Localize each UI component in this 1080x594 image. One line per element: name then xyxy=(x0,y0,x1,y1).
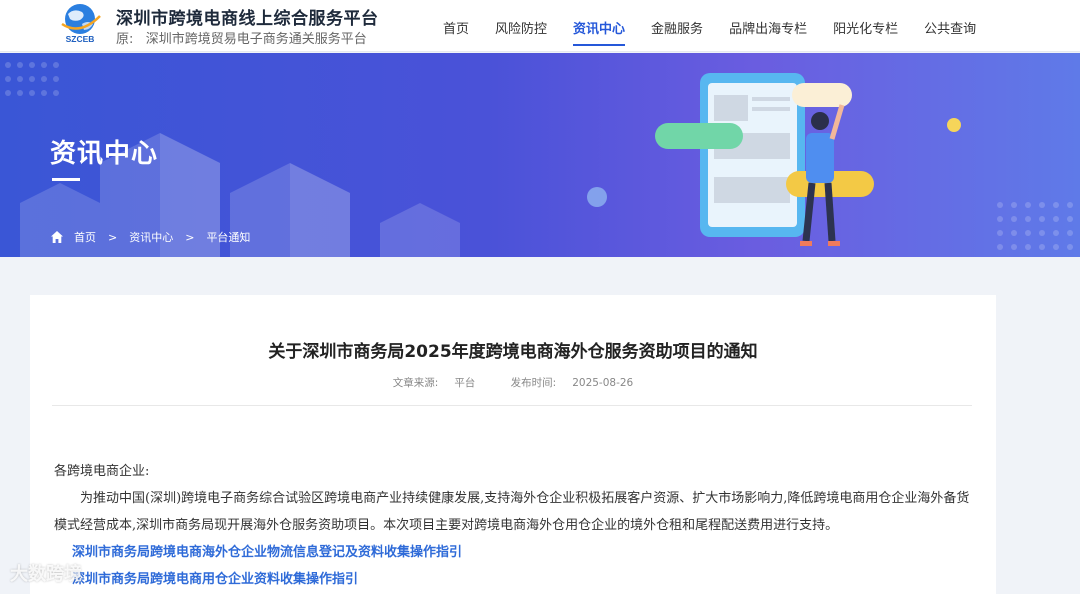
breadcrumb-current: 平台通知 xyxy=(206,231,251,244)
nav-risk-control[interactable]: 风险防控 xyxy=(482,0,560,52)
site-header: SZCEB 深圳市跨境电商线上综合服务平台 原: 深圳市跨境贸易电子商务通关服务… xyxy=(0,0,1080,52)
nav-public-query[interactable]: 公共查询 xyxy=(911,0,989,52)
nav-finance[interactable]: 金融服务 xyxy=(638,0,716,52)
source-label: 文章来源: xyxy=(392,377,439,389)
source-prefix: 原: xyxy=(116,32,134,47)
site-title: 深圳市跨境电商线上综合服务平台 xyxy=(116,9,379,29)
site-source: 原: 深圳市跨境贸易电子商务通关服务平台 xyxy=(116,28,367,47)
breadcrumb-separator: > xyxy=(108,230,118,244)
article-title: 关于深圳市商务局2025年度跨境电商海外仓服务资助项目的通知 xyxy=(268,342,758,362)
main-nav: 首页 风险防控 资讯中心 金融服务 品牌出海专栏 阳光化专栏 公共查询 xyxy=(430,0,989,52)
article-divider xyxy=(52,405,972,406)
date-label: 发布时间: xyxy=(510,377,557,389)
article-body: 各跨境电商企业: 为推动中国(深圳)跨境电子商务综合试验区跨境电商产业持续健康发… xyxy=(54,458,974,593)
article-card: 关于深圳市商务局2025年度跨境电商海外仓服务资助项目的通知 文章来源: 平台 发… xyxy=(30,295,996,594)
banner-title: 资讯中心 xyxy=(50,139,159,169)
source-value: 平台 xyxy=(454,377,476,389)
banner-illustration xyxy=(5,62,1073,257)
article-date: 发布时间: 2025-08-26 xyxy=(503,377,642,389)
nav-brand-overseas[interactable]: 品牌出海专栏 xyxy=(716,0,820,52)
breadcrumb-home[interactable]: 首页 xyxy=(74,229,96,245)
guide-link-logistics[interactable]: 深圳市商务局跨境电商海外仓企业物流信息登记及资料收集操作指引 xyxy=(54,539,974,566)
nav-home[interactable]: 首页 xyxy=(430,0,482,52)
home-icon[interactable] xyxy=(50,230,64,244)
guide-link-warehouse-users[interactable]: 深圳市商务局跨境电商用仓企业资料收集操作指引 xyxy=(54,566,974,593)
banner-underline xyxy=(52,178,80,181)
article-paragraph: 为推动中国(深圳)跨境电子商务综合试验区跨境电商产业持续健康发展,支持海外仓企业… xyxy=(54,491,970,533)
watermark-logo: 大数跨境 xyxy=(10,564,82,585)
nav-news-center[interactable]: 资讯中心 xyxy=(560,0,638,52)
date-value: 2025-08-26 xyxy=(572,377,634,389)
article-greeting: 各跨境电商企业: xyxy=(54,464,150,479)
breadcrumb-separator: > xyxy=(185,230,195,244)
logo-text: SZCEB xyxy=(66,34,95,44)
nav-sunshine[interactable]: 阳光化专栏 xyxy=(820,0,911,52)
source-name: 深圳市跨境贸易电子商务通关服务平台 xyxy=(145,32,367,47)
page-banner: 资讯中心 首页 > 资讯中心 > 平台通知 xyxy=(0,53,1080,257)
article-source: 文章来源: 平台 xyxy=(385,377,484,389)
breadcrumb-news-center[interactable]: 资讯中心 xyxy=(129,229,173,245)
szceb-logo[interactable]: SZCEB xyxy=(56,2,104,44)
breadcrumb: 首页 > 资讯中心 > 平台通知 xyxy=(50,229,262,245)
article-meta: 文章来源: 平台 发布时间: 2025-08-26 xyxy=(30,375,996,390)
